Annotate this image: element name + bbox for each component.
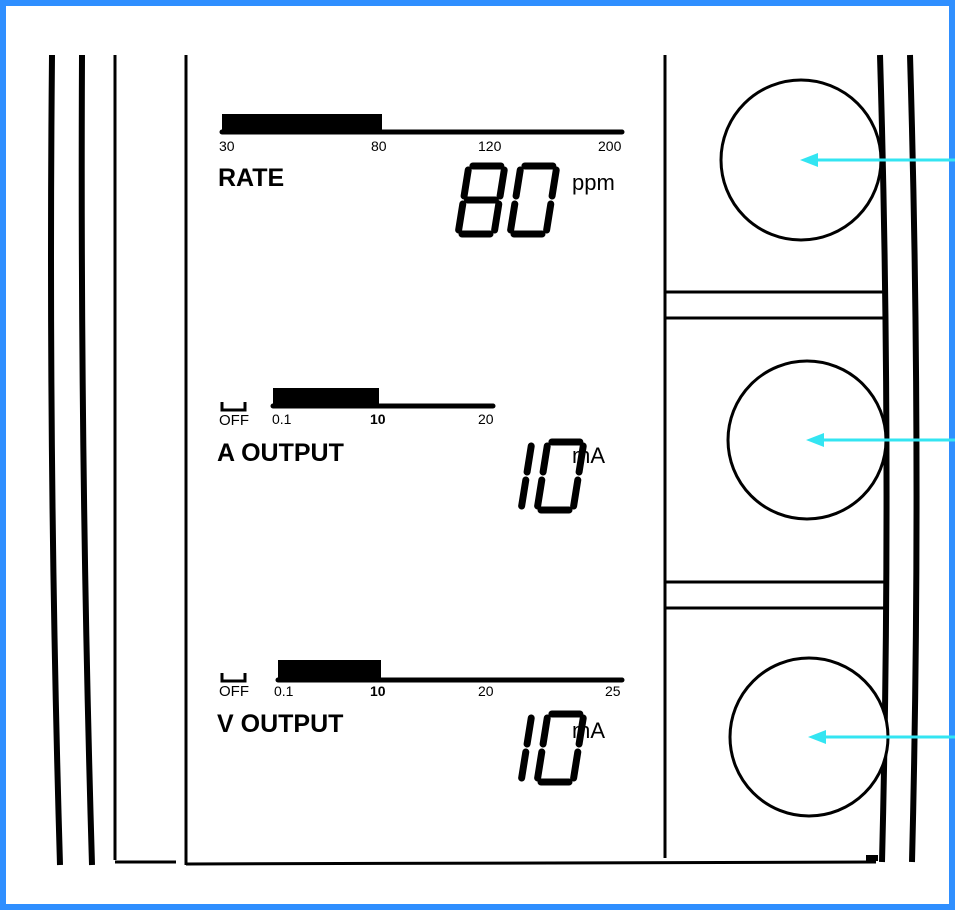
a-output-section: OFF 0.1 10 20 A OUTPUT mA <box>217 388 605 514</box>
seven-segment-digit <box>518 442 535 510</box>
rate-label: RATE <box>218 164 284 192</box>
seven-segment-digit <box>518 714 535 782</box>
left-outer-rail <box>48 54 63 866</box>
a-output-unit: mA <box>572 443 605 468</box>
a-output-tick-20: 20 <box>478 411 494 427</box>
a-output-tick-10: 10 <box>370 411 386 427</box>
a-output-label: A OUTPUT <box>217 439 344 467</box>
rate-tick-120: 120 <box>478 138 502 154</box>
v-output-tick-20: 20 <box>478 683 494 699</box>
rate-tick-200: 200 <box>598 138 622 154</box>
rate-tick-30: 30 <box>219 138 235 154</box>
rate-level-bar <box>222 114 382 132</box>
v-output-unit: mA <box>572 718 605 743</box>
base-line <box>185 860 877 866</box>
a-output-off-bracket <box>220 402 247 412</box>
v-output-off-bracket <box>220 673 247 683</box>
rate-tick-80: 80 <box>371 138 387 154</box>
v-output-label: V OUTPUT <box>217 710 343 738</box>
pacemaker-display-diagram: 30 80 120 200 RATE ppm OFF 0.1 10 20 A O… <box>48 54 955 866</box>
a-output-tick-0.1: 0.1 <box>272 411 292 427</box>
seven-segment-digit <box>507 162 560 238</box>
v-output-section: OFF 0.1 10 20 25 V OUTPUT mA <box>217 660 625 786</box>
v-output-level-bar <box>278 660 381 680</box>
left-inner-rail <box>78 54 95 866</box>
a-output-level-bar <box>273 388 379 406</box>
v-output-tick-25: 25 <box>605 683 621 699</box>
rate-section: 30 80 120 200 RATE ppm <box>218 114 625 238</box>
right-outer-rail <box>907 54 920 863</box>
seven-segment-digit <box>455 162 508 238</box>
rate-unit: ppm <box>572 170 615 195</box>
v-output-tick-10: 10 <box>370 683 386 699</box>
v-output-off-label: OFF <box>219 683 249 700</box>
a-output-off-label: OFF <box>219 412 249 429</box>
rate-digital-readout <box>455 162 560 238</box>
v-output-tick-0.1: 0.1 <box>274 683 294 699</box>
base-notch <box>866 855 878 861</box>
